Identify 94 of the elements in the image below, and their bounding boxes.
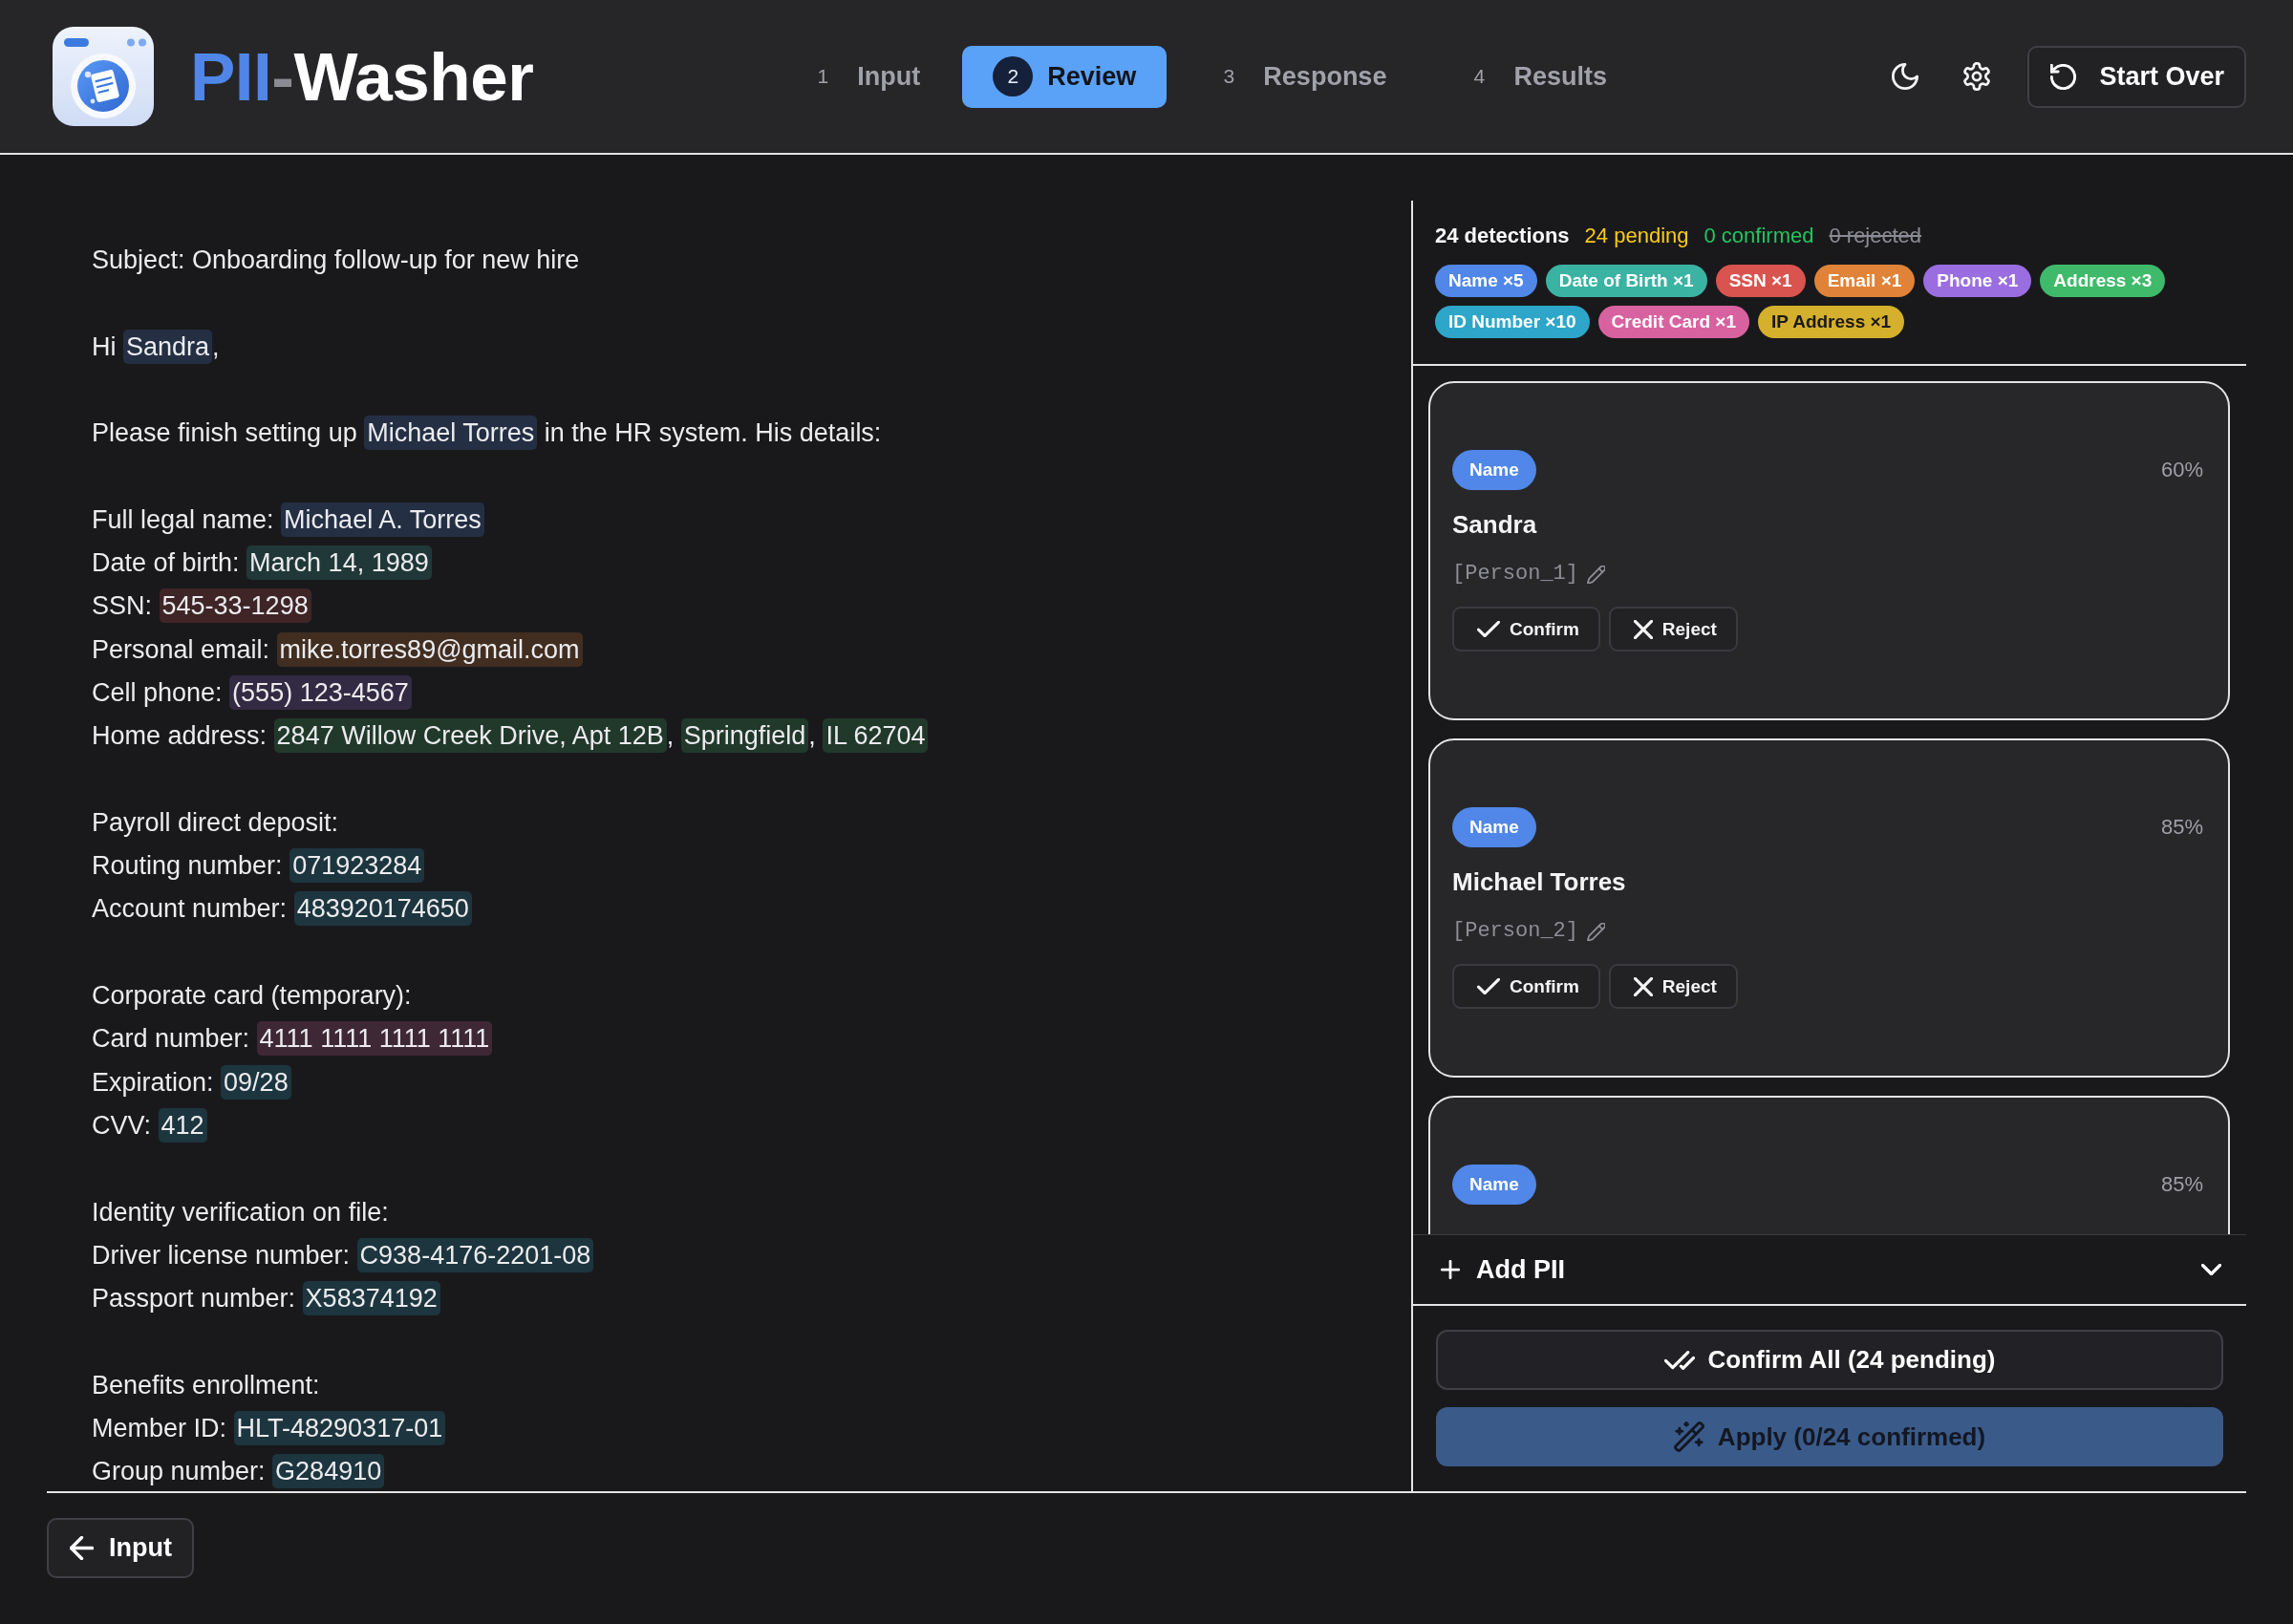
- document-text: Benefits enrollment:: [92, 1370, 320, 1400]
- document-text: Cell phone:: [92, 677, 224, 707]
- pii-highlight: 545-33-1298: [159, 588, 311, 624]
- confidence-score: 85%: [2160, 1172, 2203, 1197]
- pii-highlight: C938-4176-2201-08: [356, 1237, 594, 1272]
- document-text: Expiration:: [92, 1067, 215, 1097]
- pii-highlight: Michael A. Torres: [281, 502, 484, 537]
- replacement-token: [Person_1]: [1452, 561, 1579, 588]
- document-text: Passport number:: [92, 1284, 297, 1314]
- pii-highlight: X58374192: [302, 1281, 440, 1316]
- document-text: SSN:: [92, 591, 154, 621]
- document-text: Payroll direct deposit:: [92, 807, 339, 837]
- type-badge: SSN ×1: [1715, 265, 1806, 297]
- type-badge: Name: [1452, 1165, 1536, 1205]
- document-text: Identity verification on file:: [92, 1197, 389, 1227]
- pii-highlight: Michael Torres: [364, 416, 538, 451]
- pii-highlight: 4111 1111 1111 1111: [256, 1021, 493, 1057]
- document-text: Driver license number:: [92, 1240, 352, 1270]
- rejected-count: 0 rejected: [1829, 223, 1922, 249]
- settings-icon[interactable]: [1962, 62, 1992, 91]
- document-text: in the HR system. His details:: [543, 418, 882, 448]
- document-text: Full legal name:: [92, 504, 275, 534]
- step-tab[interactable]: 2 Review: [962, 45, 1168, 108]
- double-check-icon: [1663, 1350, 1695, 1370]
- document-text: Member ID:: [92, 1414, 228, 1442]
- document-text: Corporate card (temporary):: [92, 981, 412, 1011]
- document-text: Home address:: [92, 721, 268, 751]
- pii-highlight: mike.torres89@gmail.com: [276, 631, 583, 667]
- document-text: ,: [808, 721, 817, 751]
- pii-highlight: Springfield: [680, 718, 809, 754]
- replacement-token: [Person_2]: [1452, 918, 1579, 945]
- pii-highlight: IL 62704: [823, 718, 929, 754]
- detection-count: 24 detections: [1435, 223, 1570, 249]
- type-badge: ID Number ×10: [1435, 306, 1590, 338]
- document-text: Subject: Onboarding follow-up for new hire: [92, 246, 580, 274]
- detected-value: Michael Torres: [1452, 866, 1627, 898]
- pending-count: 24 pending: [1584, 223, 1689, 249]
- pii-highlight: March 14, 1989: [246, 545, 432, 581]
- confirm-button[interactable]: Confirm: [1452, 607, 1600, 652]
- document-text: Routing number:: [92, 851, 284, 881]
- step-tab[interactable]: 3 Response: [1178, 45, 1418, 108]
- type-badge: Date of Birth ×1: [1545, 265, 1707, 297]
- type-badge: IP Address ×1: [1758, 306, 1905, 338]
- type-badge: Credit Card ×1: [1597, 306, 1749, 338]
- type-badge: Address ×3: [2040, 265, 2166, 297]
- x-icon: [1633, 976, 1653, 996]
- start-over-button[interactable]: Start Over: [2027, 45, 2246, 108]
- circular-arrow-icon: [2050, 63, 2077, 90]
- document-text: ,: [666, 721, 675, 751]
- pii-highlight: (555) 123-4567: [229, 674, 412, 710]
- pii-highlight: HLT-48290317-01: [233, 1411, 446, 1445]
- reject-button[interactable]: Reject: [1608, 964, 1738, 1009]
- pii-highlight: Sandra: [123, 329, 213, 364]
- pii-highlight: 2847 Willow Creek Drive, Apt 12B: [273, 718, 667, 754]
- step-tab[interactable]: 1 Input: [772, 45, 952, 108]
- document-text: Personal email:: [92, 634, 271, 664]
- pencil-icon[interactable]: [1587, 565, 1606, 584]
- type-badge: Email ×1: [1813, 265, 1916, 297]
- magic-wand-icon: [1673, 1421, 1704, 1452]
- detected-value: Sandra: [1452, 509, 1538, 541]
- plus-icon: [1441, 1260, 1460, 1279]
- moon-icon[interactable]: [1892, 63, 1919, 90]
- pii-highlight: 071923284: [289, 848, 425, 884]
- check-icon: [1477, 621, 1500, 637]
- type-badge: Name: [1452, 450, 1536, 490]
- pii-highlight: G284910: [272, 1454, 385, 1489]
- document-text: Please finish setting up: [92, 418, 358, 448]
- document-text: Hi: [92, 331, 118, 361]
- type-badge: Name ×5: [1435, 265, 1537, 297]
- document-text: Account number:: [92, 894, 289, 924]
- type-badge: Name: [1452, 807, 1536, 847]
- document-text: CVV:: [92, 1110, 152, 1140]
- pii-highlight: 09/28: [221, 1064, 291, 1100]
- confirm-button[interactable]: Confirm: [1452, 964, 1600, 1009]
- document-text: Date of birth:: [92, 548, 241, 578]
- document-text: ,: [212, 331, 220, 361]
- pii-highlight: 483920174650: [293, 891, 472, 927]
- x-icon: [1633, 619, 1653, 639]
- pencil-icon[interactable]: [1587, 922, 1606, 941]
- document-text: Card number:: [92, 1024, 251, 1054]
- document-text: Group number:: [92, 1457, 267, 1486]
- confirm-all-button[interactable]: Confirm All (24 pending): [1436, 1330, 2223, 1390]
- app-title: PII-Washer: [190, 42, 534, 111]
- confirmed-count: 0 confirmed: [1704, 223, 1814, 249]
- reject-button[interactable]: Reject: [1608, 607, 1738, 652]
- confidence-score: 60%: [2160, 458, 2203, 482]
- back-button[interactable]: Input: [47, 1518, 194, 1578]
- confidence-score: 85%: [2160, 815, 2203, 840]
- add-pii-toggle[interactable]: Add PII: [1413, 1234, 2246, 1306]
- type-badge: Phone ×1: [1923, 265, 2032, 297]
- step-tab[interactable]: 4 Results: [1428, 45, 1638, 108]
- check-icon: [1477, 978, 1500, 994]
- pii-highlight: 412: [158, 1107, 207, 1143]
- chevron-down-icon: [2201, 1264, 2221, 1275]
